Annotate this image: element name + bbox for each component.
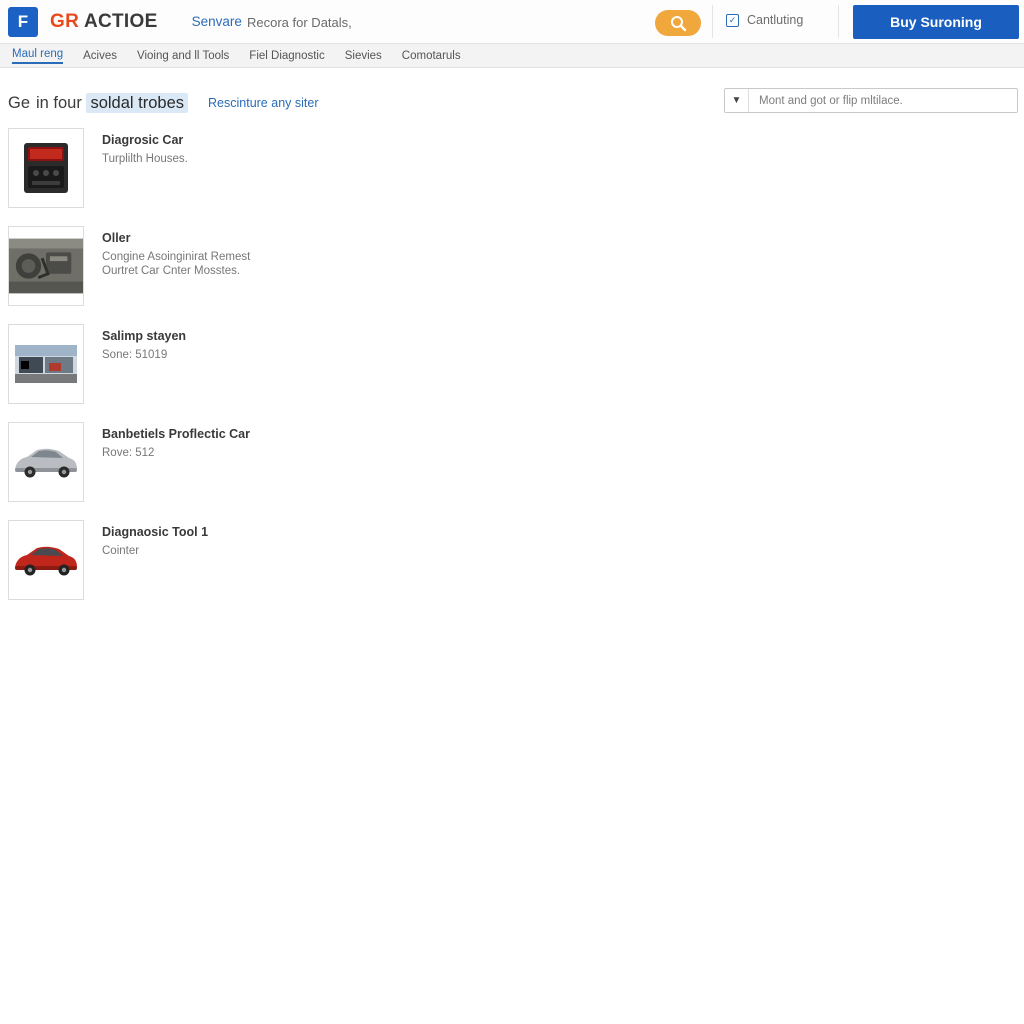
subnav-item-0[interactable]: Maul reng: [12, 48, 64, 64]
shop-front-icon: [15, 345, 77, 383]
list-item-desc: Rove: 512: [102, 447, 155, 459]
results-header: Ge in four soldal trobes Rescinture any …: [8, 88, 708, 118]
thumbnail[interactable]: [8, 422, 84, 502]
list-item[interactable]: Diagnaosic Tool 1 Cointer: [0, 520, 1024, 608]
toolbar-divider-2: [838, 5, 839, 38]
list-item-desc: Cointer: [102, 545, 140, 557]
list-item-desc: Congine Asoinginirat Remest Ourtret Car …: [102, 251, 251, 277]
search-button[interactable]: [655, 10, 701, 36]
list-item-text: Banbetiels Proflectic Car Rove: 512: [102, 422, 250, 460]
buy-button[interactable]: Buy Suroning: [853, 5, 1019, 39]
list-item-desc: Turplilth Houses.: [102, 153, 188, 165]
list-item-desc: Sone: 51019: [102, 349, 168, 361]
brand-text-accent: GR: [50, 10, 80, 32]
obd-scanner-icon: [24, 143, 68, 193]
chevron-down-icon: ▼: [725, 89, 749, 112]
list-item-title[interactable]: Diagrosic Car: [102, 133, 188, 147]
engine-bay-icon: [9, 238, 83, 294]
toolbar-divider: [712, 5, 713, 38]
subnav-item-3[interactable]: Fiel Diagnostic: [249, 50, 324, 62]
sort-dropdown-value: Mont and got or flip mltilace.: [759, 94, 903, 107]
list-item-title[interactable]: Salimp stayen: [102, 329, 186, 343]
results-list: Diagrosic Car Turplilth Houses. Oller Co…: [0, 128, 1024, 618]
brand-title: GR ACTIOE: [50, 11, 158, 33]
list-item[interactable]: Diagrosic Car Turplilth Houses.: [0, 128, 1024, 216]
top-bar: F GR ACTIOE Senvare ✓ Cantluting Buy Sur…: [0, 0, 1024, 44]
logo-icon[interactable]: F: [8, 6, 38, 37]
subnav-item-1[interactable]: Acives: [83, 50, 117, 62]
list-item-text: Oller Congine Asoinginirat Remest Ourtre…: [102, 226, 250, 278]
list-item-title[interactable]: Oller: [102, 231, 250, 245]
thumbnail[interactable]: [8, 324, 84, 404]
cart-area[interactable]: ✓ Cantluting: [726, 13, 803, 27]
sort-dropdown[interactable]: ▼ Mont and got or flip mltilace.: [724, 88, 1018, 113]
list-item-title[interactable]: Diagnaosic Tool 1: [102, 525, 208, 539]
nav-link-primary[interactable]: Senvare: [192, 14, 242, 29]
subnav-item-2[interactable]: Vioing and ll Tools: [137, 50, 229, 62]
thumbnail[interactable]: [8, 520, 84, 600]
page-title: Ge in four soldal trobes: [8, 92, 189, 113]
list-item[interactable]: Salimp stayen Sone: 51019: [0, 324, 1024, 412]
silver-sedan-icon: [15, 448, 77, 478]
page-root: F GR ACTIOE Senvare ✓ Cantluting Buy Sur…: [0, 0, 1024, 1024]
thumbnail[interactable]: [8, 226, 84, 306]
list-item-title[interactable]: Banbetiels Proflectic Car: [102, 427, 250, 441]
thumbnail[interactable]: [8, 128, 84, 208]
cart-checkbox-icon: ✓: [726, 13, 739, 27]
secondary-nav: Maul reng Acives Vioing and ll Tools Fie…: [0, 44, 1024, 68]
page-title-prefix: Ge: [8, 93, 31, 112]
logo-letter: F: [17, 11, 29, 31]
subnav-item-5[interactable]: Comotaruls: [402, 50, 461, 62]
list-item-text: Diagrosic Car Turplilth Houses.: [102, 128, 188, 166]
list-item[interactable]: Banbetiels Proflectic Car Rove: 512: [0, 422, 1024, 510]
page-title-mid: in four: [36, 93, 82, 112]
list-item[interactable]: Oller Congine Asoinginirat Remest Ourtre…: [0, 226, 1024, 314]
cart-label: Cantluting: [747, 13, 804, 27]
list-item-text: Diagnaosic Tool 1 Cointer: [102, 520, 208, 558]
red-coupe-icon: [15, 546, 77, 576]
subnav-item-4[interactable]: Sievies: [345, 50, 382, 62]
search-input[interactable]: [245, 6, 645, 38]
page-title-highlight: soldal trobes: [86, 92, 189, 113]
brand-text-main: ACTIOE: [83, 10, 158, 32]
refine-link[interactable]: Rescinture any siter: [208, 96, 318, 110]
search-icon: [670, 15, 686, 31]
list-item-text: Salimp stayen Sone: 51019: [102, 324, 186, 362]
search-area: [245, 6, 705, 38]
